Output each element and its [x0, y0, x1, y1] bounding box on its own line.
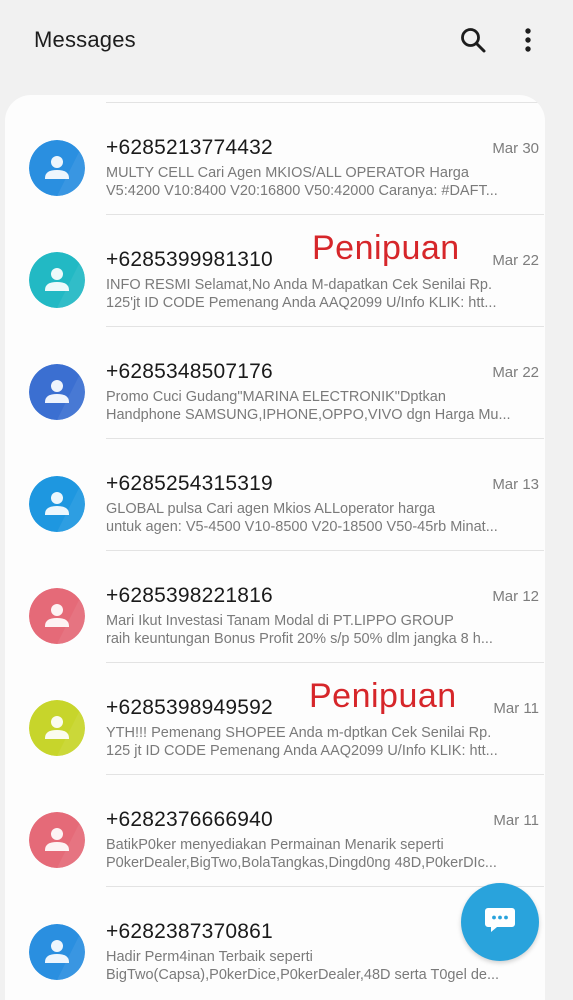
- message-date: Mar 30: [492, 140, 539, 157]
- message-preview-line: Hadir Perm4inan Terbaik seperti: [106, 949, 313, 965]
- message-preview-line: 125 jt ID CODE Pemenang Anda AAQ2099 U/I…: [106, 743, 498, 759]
- contact-avatar: [29, 700, 85, 756]
- contact-avatar: [29, 140, 85, 196]
- compose-message-icon: [484, 905, 516, 940]
- message-preview-line: GLOBAL pulsa Cari agen Mkios ALLoperator…: [106, 501, 436, 517]
- message-preview-line: 125'jt ID CODE Pemenang Anda AAQ2099 U/I…: [106, 295, 497, 311]
- message-preview: YTH!!! Pemenang SHOPEE Anda m-dptkan Cek…: [106, 724, 526, 760]
- message-preview-line: untuk agen: V5-4500 V10-8500 V20-18500 V…: [106, 519, 498, 535]
- conversation-item[interactable]: +6285398949592 Penipuan Mar 11 YTH!!! Pe…: [5, 663, 545, 775]
- conversation-item[interactable]: +6282376666940 Mar 11 BatikP0ker menyedi…: [5, 775, 545, 887]
- message-preview-line: YTH!!! Pemenang SHOPEE Anda m-dptkan Cek…: [106, 725, 492, 741]
- message-preview-line: V5:4200 V10:8400 V20:16800 V50:42000 Car…: [106, 183, 498, 199]
- message-preview-line: INFO RESMI Selamat,No Anda M-dapatkan Ce…: [106, 277, 493, 293]
- conversation-list: +6285213774432 Mar 30 MULTY CELL Cari Ag…: [5, 95, 545, 1000]
- message-date: Mar 22: [492, 252, 539, 269]
- message-preview: Promo Cuci Gudang"MARINA ELECTRONIK"Dptk…: [106, 388, 526, 424]
- scam-annotation: Penipuan: [309, 677, 457, 715]
- message-preview: INFO RESMI Selamat,No Anda M-dapatkan Ce…: [106, 276, 526, 312]
- search-icon[interactable]: [457, 24, 489, 56]
- sender-number: +6285213774432: [106, 136, 273, 159]
- message-date: Mar 22: [492, 364, 539, 381]
- conversation-item[interactable]: +6285348507176 Mar 22 Promo Cuci Gudang"…: [5, 327, 545, 439]
- message-date: Mar 12: [492, 588, 539, 605]
- sender-number: +6285254315319: [106, 472, 273, 495]
- sender-number: +6285398949592: [106, 696, 273, 719]
- compose-button[interactable]: [461, 883, 539, 961]
- contact-avatar: [29, 476, 85, 532]
- message-preview-line: Mari Ikut Investasi Tanam Modal di PT.LI…: [106, 613, 454, 629]
- scam-annotation: Penipuan: [312, 229, 460, 267]
- app-header: Messages: [0, 0, 573, 96]
- message-date: Mar 11: [493, 700, 539, 717]
- sender-number: +6282387370861: [106, 920, 273, 943]
- message-preview: GLOBAL pulsa Cari agen Mkios ALLoperator…: [106, 500, 526, 536]
- conversation-item[interactable]: +6285399981310 Penipuan Mar 22 INFO RESM…: [5, 215, 545, 327]
- message-preview-line: MULTY CELL Cari Agen MKIOS/ALL OPERATOR …: [106, 165, 469, 181]
- contact-avatar: [29, 364, 85, 420]
- message-date: Mar 11: [493, 812, 539, 829]
- message-preview-line: raih keuntungan Bonus Profit 20% s/p 50%…: [106, 631, 493, 647]
- message-preview-line: P0kerDealer,BigTwo,BolaTangkas,Dingd0ng …: [106, 855, 497, 871]
- contact-avatar: [29, 588, 85, 644]
- sender-number: +6285398221816: [106, 584, 273, 607]
- message-preview-line: BatikP0ker menyediakan Permainan Menarik…: [106, 837, 444, 853]
- page-title: Messages: [34, 27, 136, 52]
- sender-number: +6282376666940: [106, 808, 273, 831]
- contact-avatar: [29, 252, 85, 308]
- message-preview: Hadir Perm4inan Terbaik seperti BigTwo(C…: [106, 948, 526, 984]
- conversation-item[interactable]: +6285213774432 Mar 30 MULTY CELL Cari Ag…: [5, 103, 545, 215]
- message-preview: MULTY CELL Cari Agen MKIOS/ALL OPERATOR …: [106, 164, 526, 200]
- sender-number: +6285399981310: [106, 248, 273, 271]
- conversation-item[interactable]: +6285398221816 Mar 12 Mari Ikut Investas…: [5, 551, 545, 663]
- conversation-item[interactable]: +6285254315319 Mar 13 GLOBAL pulsa Cari …: [5, 439, 545, 551]
- message-date: Mar 13: [492, 476, 539, 493]
- message-preview: Mari Ikut Investasi Tanam Modal di PT.LI…: [106, 612, 526, 648]
- contact-avatar: [29, 812, 85, 868]
- contact-avatar: [29, 924, 85, 980]
- more-options-icon[interactable]: [512, 24, 544, 56]
- sender-number: +6285348507176: [106, 360, 273, 383]
- message-preview: BatikP0ker menyediakan Permainan Menarik…: [106, 836, 526, 872]
- message-preview-line: BigTwo(Capsa),P0kerDice,P0kerDealer,48D …: [106, 967, 500, 983]
- message-preview-line: Handphone SAMSUNG,IPHONE,OPPO,VIVO dgn H…: [106, 407, 511, 423]
- message-preview-line: Promo Cuci Gudang"MARINA ELECTRONIK"Dptk…: [106, 389, 446, 405]
